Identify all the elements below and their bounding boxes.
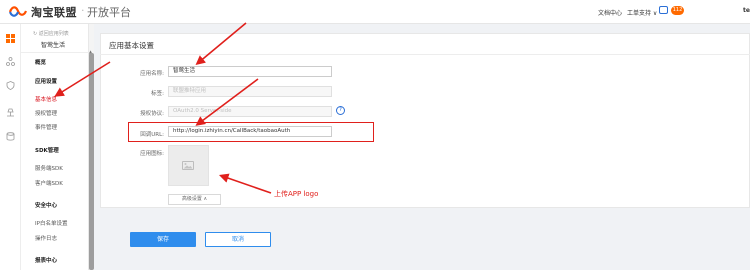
app-name-label: 应用名称:: [140, 71, 164, 77]
sidebar-item-client-sdk[interactable]: 客户端SDK: [35, 179, 63, 187]
current-app-name: 智莺生活: [41, 42, 66, 49]
support-dropdown[interactable]: 工单支持 ∨: [627, 8, 657, 17]
icon-rail: [0, 24, 21, 270]
sidebar-item-basic-info[interactable]: 基本信息: [35, 95, 57, 103]
grid-icon[interactable]: [6, 34, 15, 43]
sidebar-group-app-settings: 应用设置: [35, 79, 58, 85]
top-bar: 淘宝联盟 · 开放平台 文档中心 工单支持 ∨ 112 te: [0, 0, 750, 24]
sidebar-group-security: 安全中心: [35, 203, 58, 209]
sidebar-item-operation-log[interactable]: 操作日志: [35, 234, 57, 242]
database-icon[interactable]: [6, 132, 15, 141]
taobao-union-logo-icon[interactable]: [8, 5, 28, 18]
sidebar-divider: [21, 52, 89, 53]
sidebar-group-sdk: SDK管理: [35, 148, 59, 154]
panel-title-divider: [100, 54, 750, 55]
image-placeholder-icon: [182, 161, 194, 170]
help-icon[interactable]: ?: [336, 106, 345, 115]
message-count-badge: 112: [671, 6, 684, 15]
app-sidebar: ↻ 返回应用列表 智莺生活 概览 应用设置 基本信息 授权管理 事件管理 SDK…: [21, 24, 89, 270]
sidebar-item-event-management[interactable]: 事件管理: [35, 123, 57, 131]
logo-text[interactable]: 淘宝联盟: [31, 4, 77, 20]
shield-icon[interactable]: [6, 81, 15, 90]
sidebar-group-reports: 报表中心: [35, 258, 58, 264]
tag-label: 标签:: [151, 91, 164, 97]
back-to-app-list-link[interactable]: ↻ 返回应用列表: [33, 30, 69, 37]
app-icon-label: 应用图标:: [140, 151, 164, 157]
save-button[interactable]: 保存: [130, 232, 196, 247]
tag-input: 联盟推特应用: [168, 86, 332, 97]
sidebar-scrollbar-thumb[interactable]: [89, 53, 94, 270]
panel-title: 应用基本设置: [109, 41, 154, 50]
auth-protocol-input: OAuth2.0 Server-side: [168, 106, 332, 117]
message-icon[interactable]: [659, 6, 668, 14]
app-name-input[interactable]: 智莺生活: [168, 66, 332, 77]
callback-highlight-box: [128, 122, 374, 142]
docs-link[interactable]: 文档中心: [598, 8, 622, 17]
sidebar-item-server-sdk[interactable]: 服务端SDK: [35, 164, 63, 172]
user-name[interactable]: te: [743, 7, 750, 14]
platform-subtitle: 开放平台: [87, 6, 131, 19]
sidebar-item-ip-whitelist[interactable]: IP白名单设置: [35, 219, 67, 227]
sidebar-item-overview[interactable]: 概览: [35, 58, 46, 66]
lamp-icon[interactable]: [6, 108, 15, 117]
logo-separator: ·: [81, 4, 85, 17]
nodes-icon[interactable]: [6, 57, 15, 66]
auth-protocol-label: 授权协议:: [140, 111, 164, 117]
advanced-settings-button[interactable]: 高级设置 ∧: [168, 194, 221, 205]
sidebar-item-auth-management[interactable]: 授权管理: [35, 109, 57, 117]
cancel-button[interactable]: 取消: [205, 232, 271, 247]
upload-logo-annotation: 上传APP logo: [274, 190, 319, 198]
